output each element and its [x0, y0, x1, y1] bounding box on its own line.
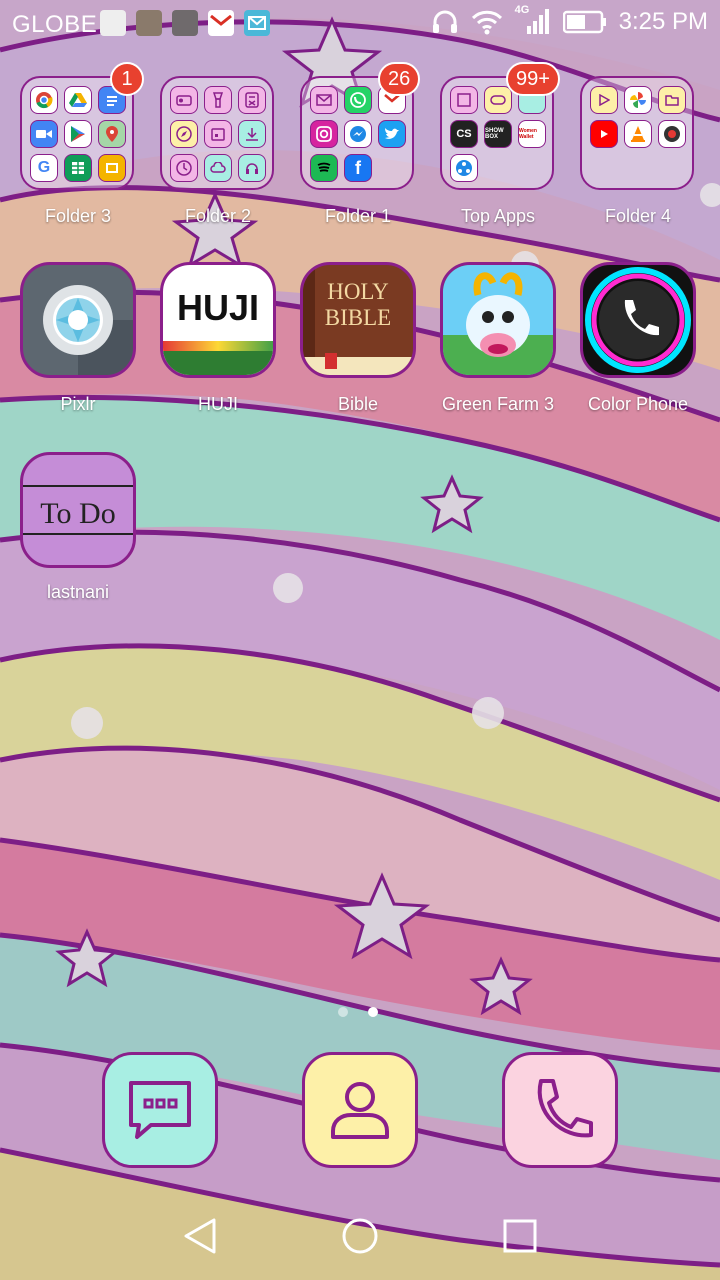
bible-app[interactable]: HOLY BIBLE	[300, 262, 416, 378]
headphones-icon	[432, 10, 457, 33]
notification-badge: 99+	[506, 62, 560, 96]
showbox-icon: SHOW BOX	[484, 120, 512, 148]
app-label: lastnani	[46, 582, 110, 602]
meet-icon	[30, 120, 58, 148]
google-icon: G	[30, 154, 58, 182]
phone-icon	[537, 1079, 593, 1138]
lastnani-app[interactable]: To Do	[20, 452, 136, 568]
folder-label: Folder 4	[604, 206, 672, 226]
flashlight-icon	[204, 86, 232, 114]
carrier-name: GLOBE	[12, 11, 98, 38]
chrome-icon	[30, 86, 58, 114]
recents-button[interactable]	[503, 1219, 537, 1253]
home-button[interactable]	[342, 1218, 378, 1254]
notification-badge: 26	[378, 62, 421, 96]
bible-icon-text: HOLY	[327, 279, 389, 304]
photo-notification-icon	[172, 10, 198, 36]
page-indicator	[338, 1007, 378, 1017]
women-wallet-icon: Women Wallet	[518, 120, 546, 148]
folder-label: Top Apps	[460, 206, 536, 226]
notification-icons	[100, 10, 270, 36]
vlc-icon	[624, 120, 652, 148]
page-dot[interactable]	[338, 1007, 348, 1017]
todo-icon-text: To Do	[40, 497, 116, 530]
play-icon	[590, 86, 618, 114]
huji-app[interactable]: HUJI	[160, 262, 276, 378]
huji-bar	[163, 351, 273, 375]
radio-icon	[170, 86, 198, 114]
whatsapp-icon	[344, 86, 372, 114]
goat-icon	[443, 265, 553, 375]
messages-button[interactable]	[102, 1052, 218, 1168]
photo-notification-icon	[136, 10, 162, 36]
mail-notification-icon	[244, 10, 270, 36]
app-label: Pixlr	[60, 394, 96, 414]
app-label: HUJI	[198, 394, 238, 414]
battery-icon	[562, 10, 606, 34]
weather-icon	[204, 154, 232, 182]
pixlr-app[interactable]	[20, 262, 136, 378]
music-icon	[238, 154, 266, 182]
photos-icon	[624, 86, 652, 114]
contacts-button[interactable]	[302, 1052, 418, 1168]
folder-label: Folder 2	[184, 206, 252, 226]
color-phone-app[interactable]	[580, 262, 696, 378]
messages-icon	[129, 1081, 191, 1139]
green-farm-app[interactable]	[440, 262, 556, 378]
folder-4[interactable]	[580, 76, 694, 190]
wifi-icon	[471, 10, 502, 35]
youtube-icon	[590, 120, 618, 148]
notification-badge: 1	[110, 62, 144, 96]
instagram-icon	[310, 120, 338, 148]
spotify-icon	[310, 154, 338, 182]
sheets-icon	[64, 154, 92, 182]
bookmark-icon	[325, 353, 337, 369]
twitter-icon	[378, 120, 406, 148]
app-label: Bible	[337, 394, 379, 414]
gallery-icon	[450, 86, 478, 114]
bible-pages	[303, 357, 413, 375]
huji-icon-text: HUJI	[176, 287, 260, 328]
page-dot-active[interactable]	[368, 1007, 378, 1017]
clock-icon	[170, 154, 198, 182]
contacts-icon	[331, 1082, 389, 1139]
app-label: Color Phone	[587, 394, 689, 414]
play-store-icon	[64, 120, 92, 148]
gmail-notification-icon	[208, 10, 234, 36]
screen-recorder-icon	[658, 120, 686, 148]
calculator-icon	[238, 86, 266, 114]
status-bar: GLOBE 4G 3:25 PM	[0, 0, 720, 48]
phone-button[interactable]	[502, 1052, 618, 1168]
game-icon	[484, 86, 512, 114]
shareit-icon	[450, 154, 478, 182]
slides-icon	[98, 154, 126, 182]
download-icon	[238, 120, 266, 148]
bible-icon-text: BIBLE	[324, 305, 392, 330]
folder-2[interactable]	[160, 76, 274, 190]
color-phone-icon	[585, 267, 691, 373]
email-icon	[310, 86, 338, 114]
folder-label: Folder 3	[44, 206, 112, 226]
app-label: Green Farm 3	[441, 394, 555, 414]
compass-icon	[170, 120, 198, 148]
back-button[interactable]	[184, 1218, 216, 1254]
facebook-icon: f	[344, 154, 372, 182]
huji-stripe	[163, 341, 273, 351]
navigation-bar	[184, 1218, 537, 1254]
calendar-icon	[204, 120, 232, 148]
files-icon	[658, 86, 686, 114]
drive-icon	[64, 86, 92, 114]
messenger-icon	[344, 120, 372, 148]
signal-icon: 4G	[515, 4, 551, 36]
clock: 3:25 PM	[618, 8, 708, 35]
photo-notification-icon	[100, 10, 126, 36]
pixlr-icon	[43, 285, 133, 375]
cs-app-icon: CS	[450, 120, 478, 148]
folder-label: Folder 1	[324, 206, 392, 226]
maps-icon	[98, 120, 126, 148]
